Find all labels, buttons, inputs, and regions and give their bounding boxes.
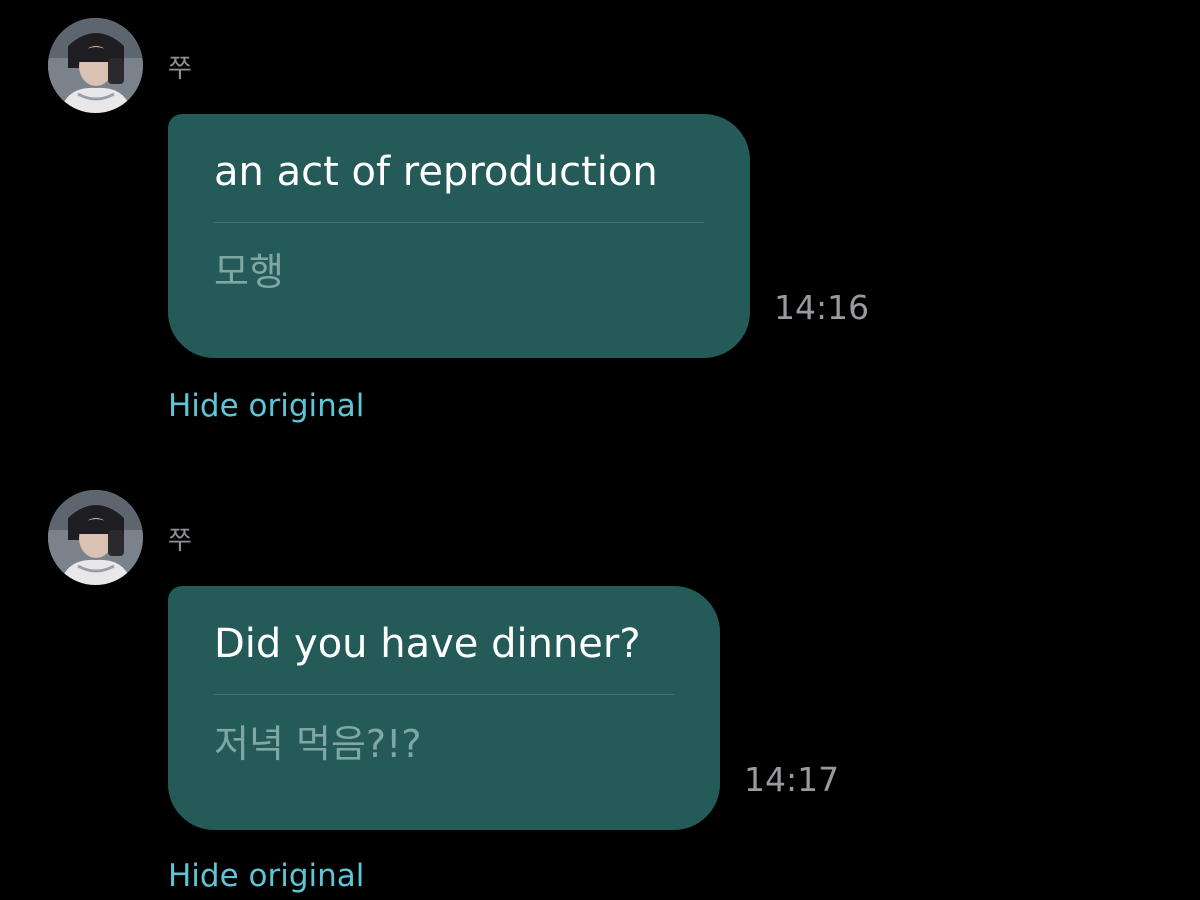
- divider: [214, 222, 704, 223]
- message-bubble[interactable]: an act of reproduction 모행: [168, 114, 750, 358]
- hide-original-link[interactable]: Hide original: [168, 388, 364, 424]
- sender-name: 쭈: [168, 526, 192, 556]
- sender-name: 쭈: [168, 54, 192, 84]
- timestamp: 14:17: [744, 760, 840, 799]
- avatar[interactable]: [48, 490, 143, 585]
- message-bubble[interactable]: Did you have dinner? 저녁 먹음?!?: [168, 586, 720, 830]
- translated-text: an act of reproduction: [214, 149, 658, 195]
- hide-original-link[interactable]: Hide original: [168, 858, 364, 894]
- translated-text: Did you have dinner?: [214, 621, 641, 667]
- profile-photo-icon: [48, 490, 143, 585]
- profile-photo-icon: [48, 18, 143, 113]
- original-text: 모행: [214, 250, 284, 294]
- divider: [214, 694, 674, 695]
- timestamp: 14:16: [774, 288, 870, 327]
- original-text: 저녁 먹음?!?: [214, 722, 422, 766]
- avatar[interactable]: [48, 18, 143, 113]
